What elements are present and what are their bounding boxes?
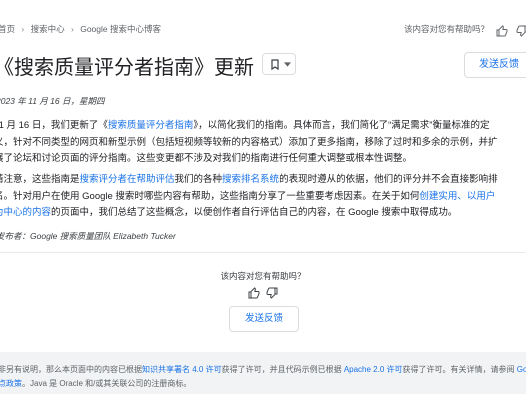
text: 获得了许可，并且代码示例已根据 bbox=[221, 365, 344, 374]
breadcrumb-home[interactable]: 首页 bbox=[0, 24, 15, 34]
cc-license-link[interactable]: 知识共享署名 4.0 许可 bbox=[142, 365, 222, 374]
paragraph-update: 11 月 16 日，我们更新了《搜索质量评分者指南》，以简化我们的指南。具体而言… bbox=[0, 118, 498, 168]
raters-guidelines-link[interactable]: 搜索质量评分者指南 bbox=[108, 120, 194, 131]
footer-license-line: 非另有说明，那么本页面中的内容已根据知识共享署名 4.0 许可获得了许可，并且代… bbox=[0, 364, 526, 375]
helpful-question-top: 该内容对您有帮助吗？ bbox=[404, 24, 490, 34]
chevron-right-icon: › bbox=[71, 24, 74, 34]
site-policy-link[interactable]: 点政策 bbox=[0, 379, 22, 388]
helpful-question-bottom: 该内容对您有帮助吗？ bbox=[220, 271, 306, 281]
ranking-systems-link[interactable]: 搜索排名系统 bbox=[222, 174, 279, 185]
send-feedback-button-top[interactable]: 发送反馈 bbox=[464, 52, 526, 78]
text: 获得了许可。有关详情，请参阅 bbox=[402, 365, 517, 374]
chevron-right-icon: › bbox=[21, 24, 25, 34]
helpful-content-link[interactable]: 创建实用、以用户 bbox=[419, 191, 495, 202]
thumb-up-icon[interactable] bbox=[496, 25, 508, 37]
chevron-down-icon bbox=[284, 62, 291, 67]
divider bbox=[0, 252, 526, 253]
paragraph-note: 请注意，这些指南是搜索评分者在帮助评估我们的各种搜索排名系统的表现时遵从的依据，… bbox=[0, 172, 498, 222]
bookmark-icon bbox=[271, 59, 279, 71]
send-feedback-button-bottom[interactable]: 发送反馈 bbox=[229, 306, 299, 332]
text: 》，以简化我们的指南。具体而言，我们简化了“满足需求”衡量标准的定 bbox=[193, 120, 490, 131]
apache-license-link[interactable]: Apache 2.0 许可 bbox=[344, 365, 403, 374]
google-policy-link[interactable]: Google bbox=[517, 365, 526, 374]
text: 义，针对不同类型的网页和新型示例（包括短视频等较新的内容格式）添加了更多指南，移… bbox=[0, 136, 498, 148]
raters-help-link[interactable]: 搜索评分者在帮助评估 bbox=[80, 174, 175, 185]
text: 的表现时遵从的依据，他们的评分并不会直接影响排 bbox=[279, 174, 498, 185]
thumb-down-icon[interactable] bbox=[516, 25, 526, 37]
page-title: 《搜索质量评分者指南》更新 bbox=[0, 55, 254, 79]
breadcrumb-blog[interactable]: Google 搜索中心博客 bbox=[80, 24, 161, 34]
publish-date: 2023 年 11 月 16 日，星期四 bbox=[0, 96, 105, 106]
footer-trademark-line: 点政策。Java 是 Oracle 和/或其关联公司的注册商标。 bbox=[0, 378, 191, 389]
text: 11 月 16 日，我们更新了《 bbox=[0, 120, 108, 131]
text: 展了论坛和讨论页面的评分指南。这些变更都不涉及对我们的指南进行任何重大调整或根本… bbox=[0, 153, 413, 164]
text: 的页面中，我们总结了这些概念，以便创作者自行评估自己的内容，在 Google 搜… bbox=[51, 207, 458, 218]
text: 非另有说明，那么本页面中的内容已根据 bbox=[0, 365, 142, 374]
breadcrumb-search-central[interactable]: 搜索中心 bbox=[31, 24, 65, 34]
thumb-up-icon[interactable] bbox=[248, 287, 260, 299]
breadcrumb: 首页 › 搜索中心 › Google 搜索中心博客 bbox=[0, 23, 161, 35]
text: 名。针对用户在使用 Google 搜索时哪些内容有帮助，这些指南分享了一些重要考… bbox=[0, 190, 420, 202]
text: 我们的各种 bbox=[174, 174, 223, 185]
thumb-down-icon[interactable] bbox=[266, 287, 278, 299]
helpful-content-link-cont[interactable]: 为中心的内容 bbox=[0, 207, 51, 218]
author-line: 发布者：Google 搜索质量团队 Elizabeth Tucker bbox=[0, 231, 176, 241]
text: 。Java 是 Oracle 和/或其关联公司的注册商标。 bbox=[22, 379, 192, 388]
text: 请注意，这些指南是 bbox=[0, 174, 80, 185]
bookmark-button[interactable] bbox=[262, 53, 296, 75]
